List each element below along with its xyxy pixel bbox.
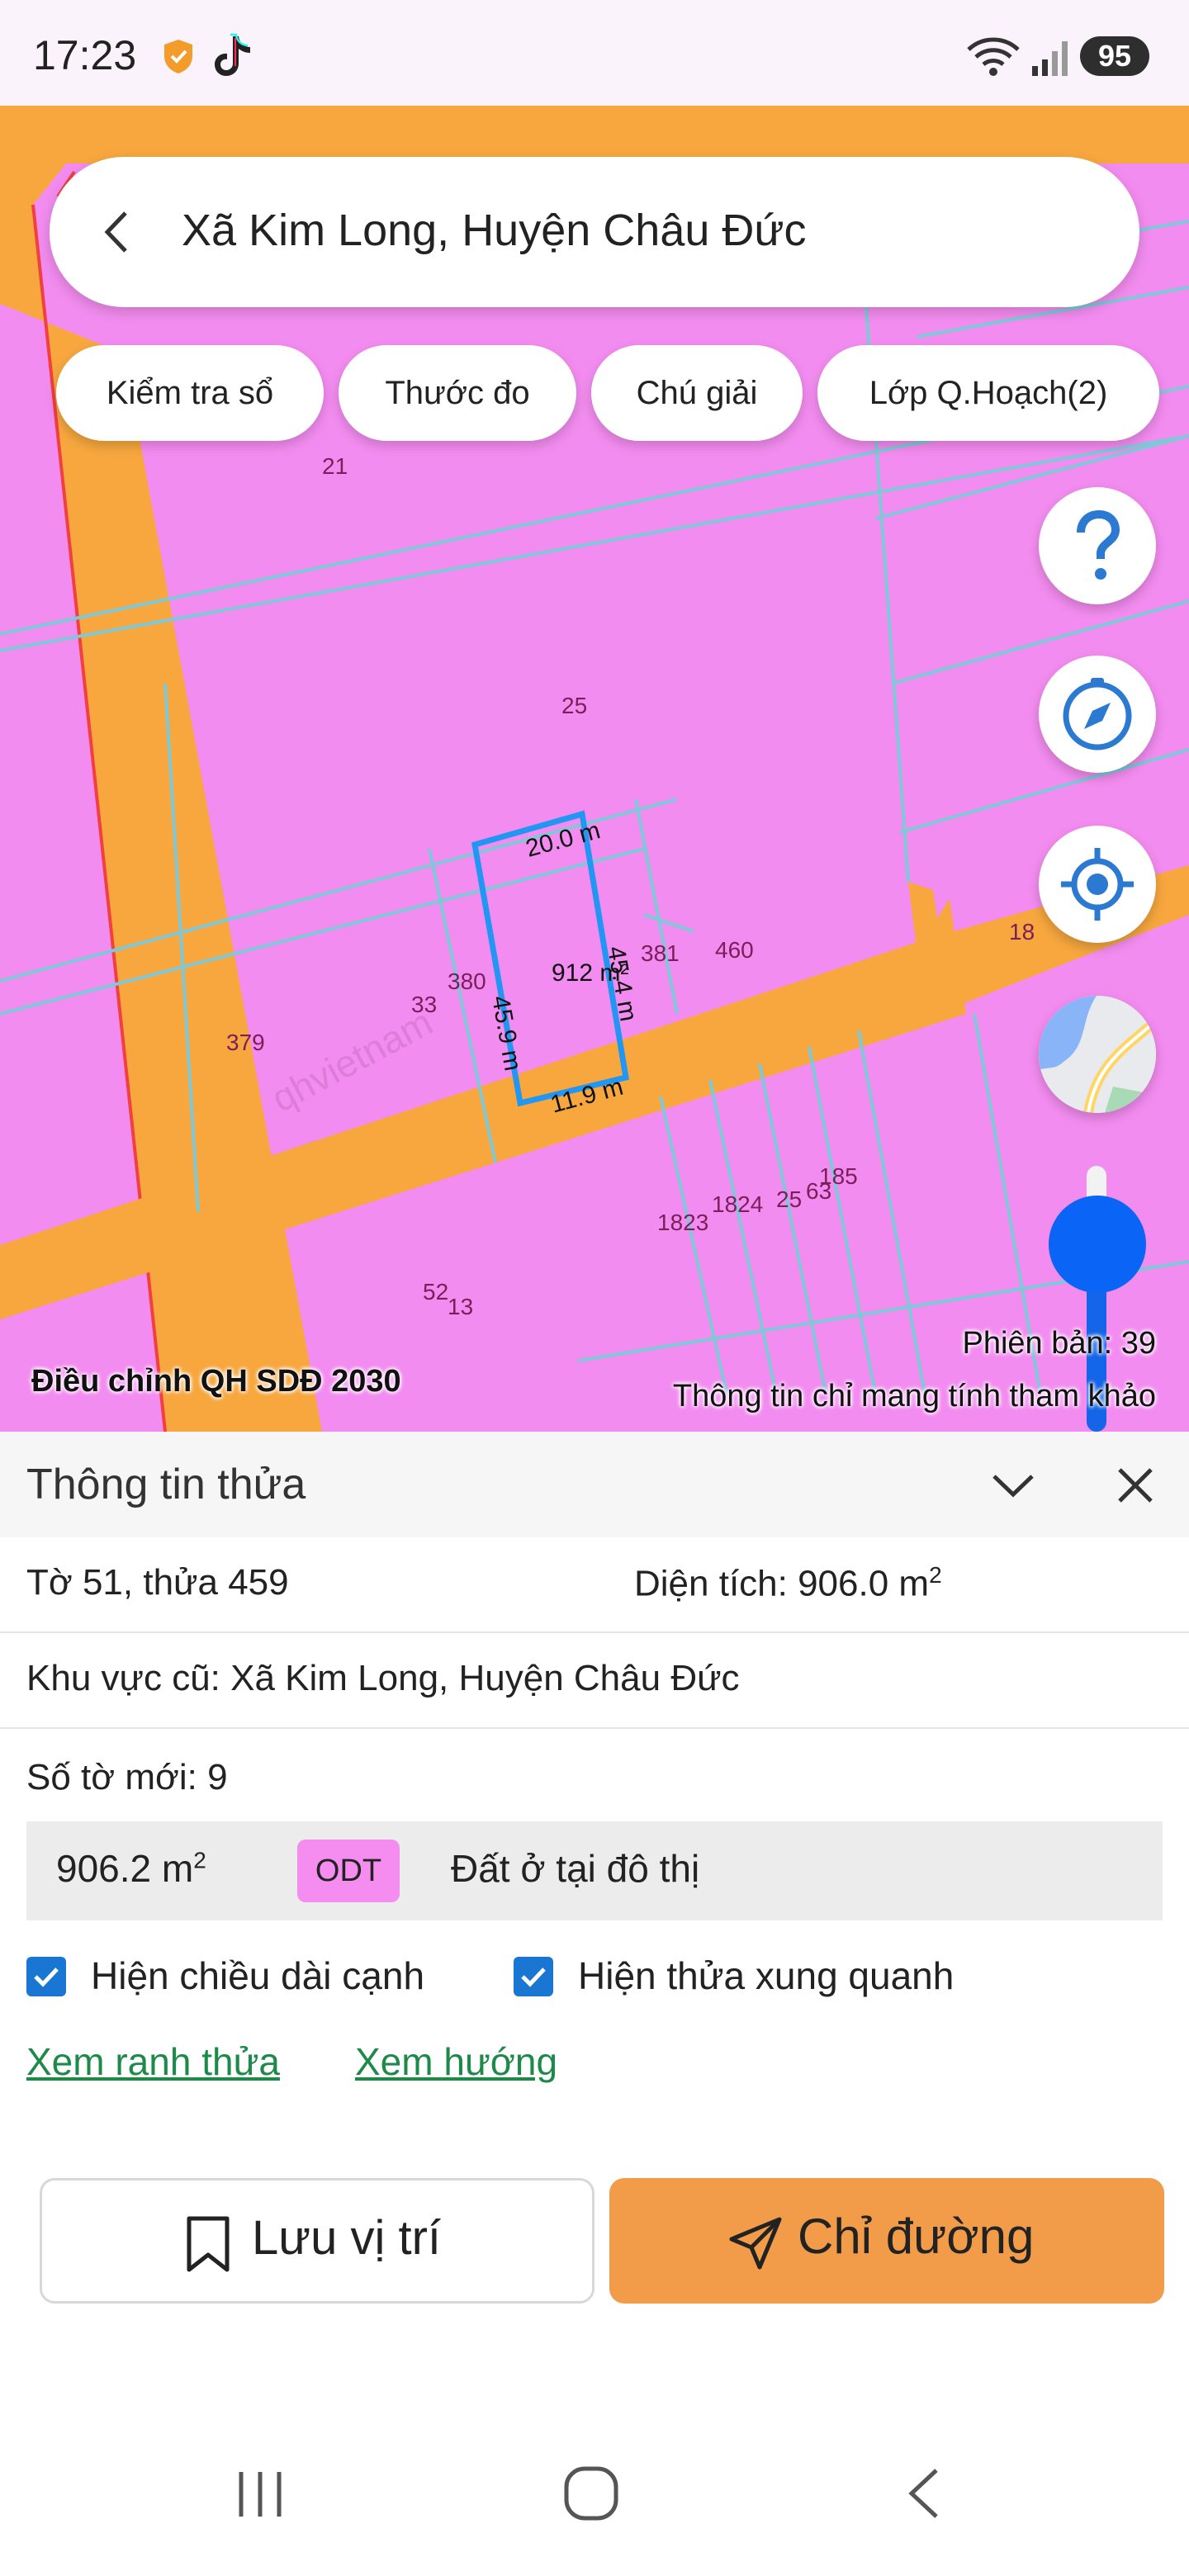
tiktok-icon [215, 33, 250, 76]
measure-area-label: 912 m² [552, 959, 628, 987]
view-direction-link[interactable]: Xem hướng [355, 2039, 557, 2084]
checkbox-edges-box[interactable] [26, 1957, 66, 1996]
help-button[interactable] [1039, 487, 1156, 604]
chip-check-book[interactable]: Kiểm tra sổ [56, 345, 324, 441]
parcel-info-sheet: Thông tin thửa Tờ 51, thửa 459 Diện tích… [0, 1432, 1189, 2576]
check-icon [34, 1968, 59, 1987]
parcel-label: 460 [715, 937, 754, 963]
landuse-area: 906.2 m2 [56, 1846, 206, 1891]
save-location-button[interactable]: Lưu vị trí [40, 2178, 594, 2304]
parcel-label: 1824 [712, 1191, 763, 1217]
area-unit-superscript: 2 [929, 1562, 942, 1588]
version-label: Phiên bản: 39 [962, 1326, 1156, 1361]
status-time: 17:23 [33, 32, 137, 78]
recent-apps-icon[interactable] [233, 2467, 287, 2522]
landuse-area-value: 906.2 m [56, 1847, 194, 1890]
parcel-info-row: Tờ 51, thửa 459 Diện tích: 906.0 m2 [0, 1537, 1189, 1633]
chip-planning-layers[interactable]: Lớp Q.Hoạch(2) [817, 345, 1159, 441]
parcel-label: 1823 [657, 1210, 708, 1235]
search-title[interactable]: Xã Kim Long, Huyện Châu Đức [182, 205, 807, 256]
sheet-parcel: Tờ 51, thửa 459 [26, 1562, 289, 1603]
locate-button[interactable] [1039, 826, 1156, 943]
parcel-label: 13 [448, 1294, 473, 1319]
map-view[interactable]: 20.0 m 45.9 m 45.4 m 11.9 m 912 m² 21 25… [0, 106, 1189, 1432]
checkbox-neighbors-box[interactable] [514, 1957, 553, 1996]
compass-button[interactable] [1039, 656, 1156, 773]
status-bar: 17:23 95 [0, 0, 1189, 106]
parcel-label: 52 [423, 1279, 448, 1305]
layer-label: Điều chỉnh QH SDĐ 2030 [31, 1364, 401, 1399]
parcel-label: 379 [226, 1030, 265, 1055]
close-icon[interactable] [1106, 1456, 1164, 1514]
parcel-label: 380 [448, 968, 486, 994]
checkbox-edges-label[interactable]: Hiện chiều dài cạnh [91, 1953, 424, 1998]
send-icon [729, 2217, 782, 2270]
landuse-area-superscript: 2 [193, 1847, 206, 1873]
bookmark-icon [187, 2216, 230, 2272]
area-value: Diện tích: 906.0 m2 [634, 1562, 942, 1605]
sheet-header: Thông tin thửa [0, 1432, 1189, 1537]
checkbox-neighbors-label[interactable]: Hiện thửa xung quanh [578, 1953, 954, 1998]
opacity-slider-thumb[interactable] [1049, 1196, 1146, 1293]
check-icon [521, 1968, 546, 1987]
parcel-label: 185 [819, 1163, 858, 1189]
old-area-row: Khu vực cũ: Xã Kim Long, Huyện Châu Đức [0, 1633, 1189, 1729]
parcel-label: 381 [641, 940, 680, 966]
map-layer-icon [1039, 996, 1156, 1113]
parcel-label: 25 [561, 693, 587, 718]
map-type-button[interactable] [1039, 996, 1156, 1113]
sheet-title: Thông tin thửa [26, 1461, 306, 1508]
chevron-down-icon[interactable] [984, 1456, 1042, 1514]
parcel-label: 25 [776, 1186, 802, 1212]
signal-icon [1032, 41, 1068, 76]
landuse-name: Đất ở tại đô thị [451, 1847, 700, 1890]
chip-legend[interactable]: Chú giải [591, 345, 803, 441]
new-sheet-number: Số tờ mới: 9 [26, 1757, 228, 1797]
search-bar[interactable]: Xã Kim Long, Huyện Châu Đức [50, 157, 1139, 307]
parcel-label: 18 [1009, 919, 1035, 945]
shield-icon [164, 40, 192, 73]
landuse-code-badge: ODT [297, 1840, 400, 1902]
battery-badge: 95 [1080, 36, 1149, 76]
parcel-label: 21 [322, 453, 348, 479]
home-icon[interactable] [561, 2464, 621, 2523]
compass-icon [1063, 678, 1132, 751]
question-icon [1077, 509, 1120, 580]
back-icon[interactable] [900, 2464, 950, 2523]
view-boundary-link[interactable]: Xem ranh thửa [26, 2039, 280, 2084]
save-location-label: Lưu vị trí [252, 2211, 441, 2265]
landuse-row: 906.2 m2 ODT Đất ở tại đô thị [26, 1821, 1163, 1920]
disclaimer-label: Thông tin chỉ mang tính tham khảo [672, 1379, 1156, 1413]
old-area: Khu vực cũ: Xã Kim Long, Huyện Châu Đức [26, 1658, 740, 1698]
area-label: Diện tích: 906.0 m [634, 1563, 930, 1604]
chip-measure[interactable]: Thước đo [339, 345, 576, 441]
locate-icon [1061, 848, 1134, 921]
back-arrow-icon[interactable] [89, 203, 147, 261]
directions-button[interactable]: Chỉ đường [609, 2178, 1164, 2304]
directions-label: Chỉ đường [798, 2209, 1035, 2264]
wifi-icon [967, 37, 1020, 76]
system-nav-bar [0, 2444, 1189, 2576]
